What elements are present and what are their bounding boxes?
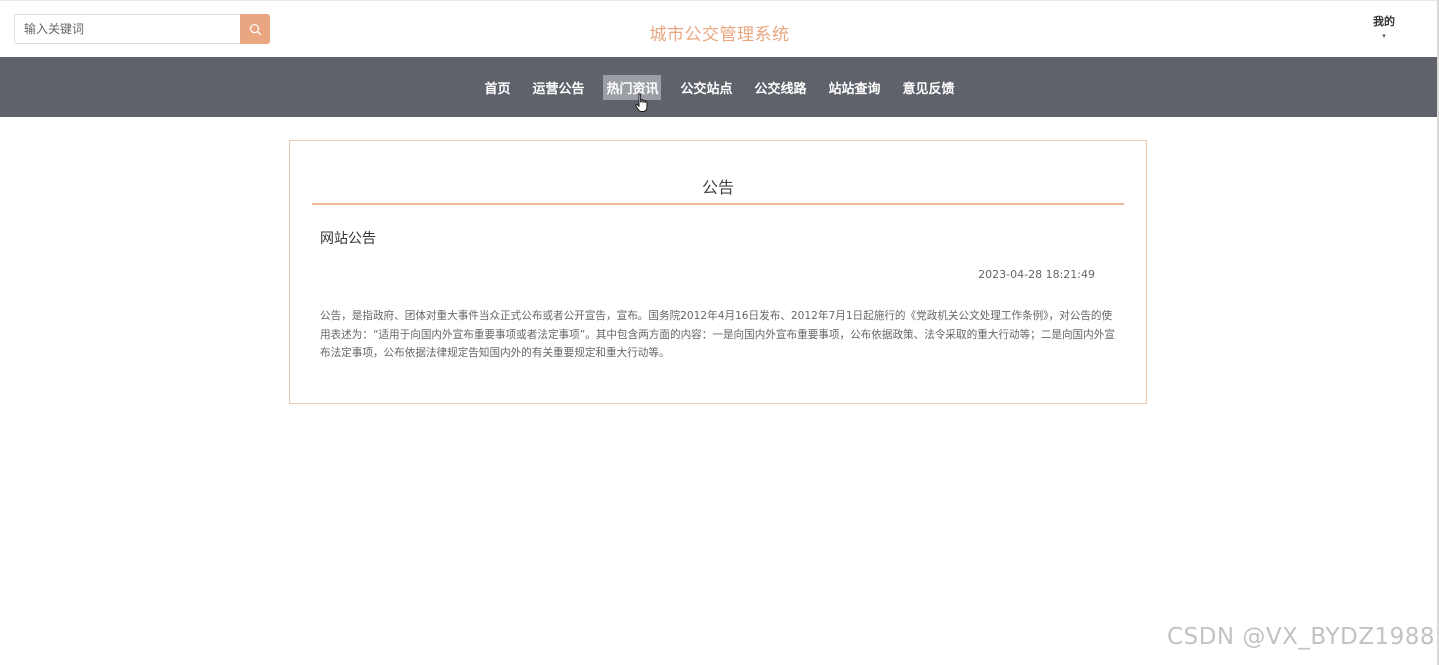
nav-item-2[interactable]: 热门资讯: [603, 74, 662, 100]
nav-item-3[interactable]: 公交站点: [677, 75, 735, 100]
notice-title: 网站公告: [320, 231, 376, 247]
nav-item-1[interactable]: 运营公告: [529, 75, 587, 100]
top-header: 城市公交管理系统 我的 ▾: [0, 0, 1439, 57]
nav-item-6[interactable]: 意见反馈: [900, 75, 958, 100]
nav-item-0[interactable]: 首页: [481, 75, 513, 100]
watermark: CSDN @VX_BYDZ1988: [1167, 624, 1435, 650]
notice-card: 公告 网站公告 2023-04-28 18:21:49 公告，是指政府、团体对重…: [289, 140, 1147, 404]
nav-item-5[interactable]: 站站查询: [826, 75, 884, 100]
site-title: 城市公交管理系统: [649, 25, 790, 45]
user-menu[interactable]: 我的 ▾: [1362, 13, 1406, 40]
card-title: 公告: [701, 178, 734, 197]
nav-item-4[interactable]: 公交线路: [752, 75, 810, 100]
notice-body: 公告，是指政府、团体对重大事件当众正式公布或者公开宣告，宣布。国务院2012年4…: [320, 310, 1115, 359]
notice-timestamp: 2023-04-28 18:21:49: [978, 268, 1095, 281]
chevron-down-icon: ▾: [1382, 32, 1386, 40]
hand-pointer-icon: [635, 93, 648, 112]
user-menu-label: 我的: [1373, 15, 1395, 28]
main-nav: 首页 运营公告 热门资讯 公交站点 公交线路 站站查询 意见反馈: [0, 57, 1439, 117]
nav-list: 首页 运营公告 热门资讯 公交站点 公交线路 站站查询 意见反馈: [473, 74, 965, 100]
title-divider: [312, 203, 1124, 205]
